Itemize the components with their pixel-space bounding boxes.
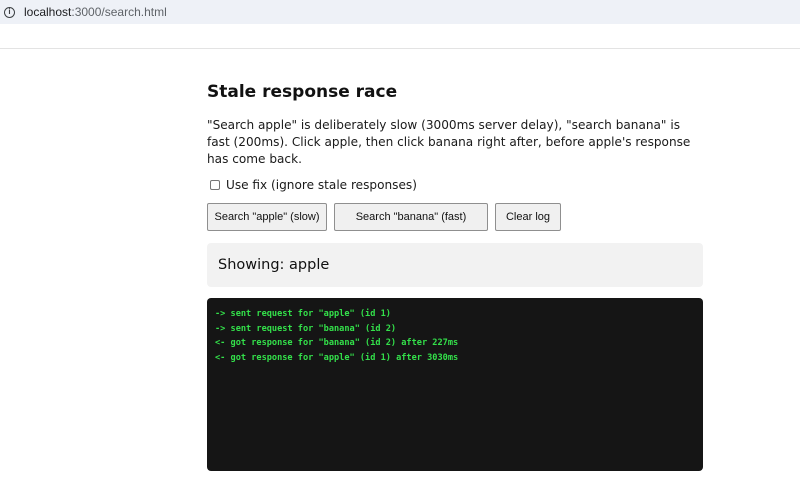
log-line: -> sent request for "apple" (id 1) xyxy=(215,309,391,319)
use-fix-label: Use fix (ignore stale responses) xyxy=(226,178,417,192)
log-line: -> sent request for "banana" (id 2) xyxy=(215,323,397,334)
log-line: <- got response for "apple" (id 1) after… xyxy=(215,352,459,363)
url-path: :3000/search.html xyxy=(71,5,167,19)
use-fix-checkbox[interactable] xyxy=(210,180,220,190)
result-panel: Showing: apple xyxy=(207,243,703,287)
page-title: Stale response race xyxy=(207,82,398,102)
event-log: -> sent request for "apple" (id 1) -> se… xyxy=(207,298,703,471)
use-fix-option[interactable]: Use fix (ignore stale responses) xyxy=(207,176,703,194)
info-icon[interactable]: i xyxy=(4,6,15,18)
showing-text: Showing: apple xyxy=(218,257,330,273)
url-text[interactable]: localhost:3000/search.html xyxy=(24,5,167,19)
page-description: "Search apple" is deliberately slow (300… xyxy=(207,118,691,166)
search-banana-button[interactable]: Search "banana" (fast) xyxy=(334,203,488,231)
clear-log-button[interactable]: Clear log xyxy=(495,203,561,231)
log-line: <- got response for "banana" (id 2) afte… xyxy=(215,338,459,348)
browser-address-bar[interactable]: i localhost:3000/search.html xyxy=(0,0,800,24)
action-buttons: Search "apple" (slow) Search "banana" (f… xyxy=(207,203,703,231)
page-content: Stale response race "Search apple" is de… xyxy=(207,81,703,471)
url-host: localhost xyxy=(24,5,72,19)
search-apple-button[interactable]: Search "apple" (slow) xyxy=(207,203,327,231)
toolbar-divider xyxy=(0,48,800,49)
